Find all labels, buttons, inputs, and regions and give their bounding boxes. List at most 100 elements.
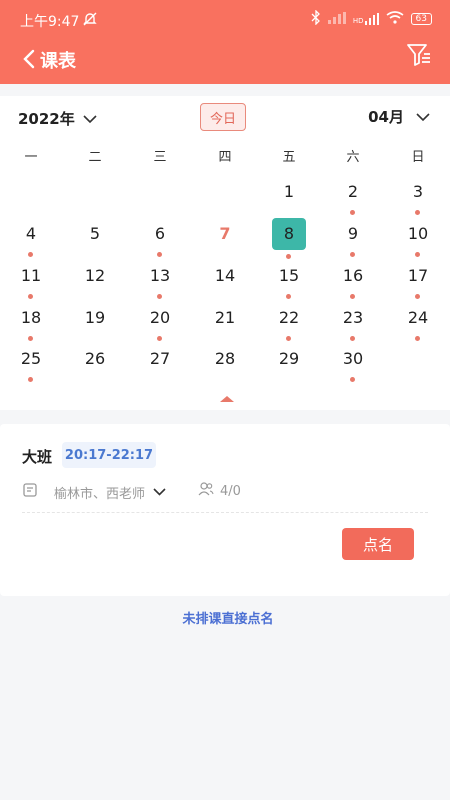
class-name: 大班	[22, 448, 53, 466]
lesson-time-badge: 20:17-22:17	[62, 442, 156, 468]
lesson-dot	[28, 294, 33, 299]
lesson-dot	[415, 210, 420, 215]
calendar-day[interactable]: 21	[205, 304, 245, 344]
calendar-day[interactable]: 16	[333, 262, 373, 302]
calendar-day[interactable]: 11	[11, 262, 51, 302]
day-number: 26	[84, 349, 106, 368]
calendar-day[interactable]: 7	[205, 220, 245, 260]
calendar-day[interactable]: 13	[140, 262, 180, 302]
day-number: 16	[342, 266, 364, 285]
lesson-dot	[28, 377, 33, 382]
day-number: 18	[20, 308, 42, 327]
day-number: 22	[278, 308, 300, 327]
calendar-day[interactable]: 15	[269, 262, 309, 302]
day-number: 7	[219, 224, 231, 243]
day-number: 21	[214, 308, 236, 327]
location-icon	[22, 482, 38, 502]
day-number: 3	[412, 182, 424, 201]
app-header: 上午9:47 HD 63 课表	[0, 0, 450, 84]
day-number: 4	[25, 224, 37, 243]
page-title: 课表	[40, 51, 76, 72]
calendar-day[interactable]: 2	[333, 178, 373, 218]
wifi-icon	[386, 11, 404, 27]
day-number: 20	[149, 308, 171, 327]
day-number: 17	[407, 266, 429, 285]
calendar-day[interactable]: 10	[398, 220, 438, 260]
day-number: 30	[342, 349, 364, 368]
day-number: 27	[149, 349, 171, 368]
calendar-day[interactable]: 23	[333, 304, 373, 344]
calendar-day[interactable]: 25	[11, 345, 51, 385]
filter-icon[interactable]	[406, 42, 434, 70]
calendar: 2022年 今日 04月 一二三四五六日 1 2 3 4 5 6 7 8 9 10 11 12 13 14…	[0, 96, 450, 410]
day-number: 23	[342, 308, 364, 327]
calendar-day[interactable]: 6	[140, 220, 180, 260]
lesson-dot	[286, 294, 291, 299]
day-number: 28	[214, 349, 236, 368]
calendar-day[interactable]: 20	[140, 304, 180, 344]
calendar-day[interactable]: 1	[269, 178, 309, 218]
day-number: 25	[20, 349, 42, 368]
calendar-day[interactable]: 27	[140, 345, 180, 385]
roll-call-button[interactable]: 点名	[342, 528, 414, 560]
calendar-day-selected[interactable]: 8	[269, 218, 309, 260]
battery-level: 63	[415, 14, 427, 24]
status-icons: HD 63	[311, 9, 432, 28]
calendar-day[interactable]: 12	[75, 262, 115, 302]
lesson-dot	[286, 336, 291, 341]
calendar-day[interactable]: 28	[205, 345, 245, 385]
day-number: 12	[84, 266, 106, 285]
lesson-dot	[415, 252, 420, 257]
collapse-arrow-icon[interactable]	[220, 396, 234, 402]
lesson-dot	[28, 252, 33, 257]
calendar-day[interactable]: 5	[75, 220, 115, 260]
calendar-day[interactable]: 22	[269, 304, 309, 344]
day-number: 1	[283, 182, 295, 201]
location-selector[interactable]: 榆林市、西老师	[22, 482, 166, 502]
calendar-day[interactable]: 9	[333, 220, 373, 260]
day-number: 6	[154, 224, 166, 243]
day-number: 14	[214, 266, 236, 285]
calendar-day[interactable]: 18	[11, 304, 51, 344]
calendar-day[interactable]: 24	[398, 304, 438, 344]
bluetooth-icon	[311, 9, 321, 28]
lesson-dot	[350, 377, 355, 382]
calendar-day[interactable]: 3	[398, 178, 438, 218]
calendar-day[interactable]: 26	[75, 345, 115, 385]
lesson-dot	[157, 294, 162, 299]
day-number: 19	[84, 308, 106, 327]
day-number: 24	[407, 308, 429, 327]
calendar-day[interactable]: 29	[269, 345, 309, 385]
lesson-dot	[157, 336, 162, 341]
day-number: 5	[89, 224, 101, 243]
divider	[22, 512, 428, 513]
lesson-dot	[415, 336, 420, 341]
lesson-dot	[286, 254, 291, 259]
chevron-down-icon	[153, 485, 166, 500]
location-text: 榆林市、西老师	[54, 486, 146, 502]
calendar-day[interactable]: 19	[75, 304, 115, 344]
calendar-day[interactable]: 4	[11, 220, 51, 260]
day-number: 2	[347, 182, 359, 201]
day-number: 11	[20, 266, 42, 285]
day-number: 15	[278, 266, 300, 285]
attendance: 4/0	[198, 482, 241, 500]
day-number: 9	[347, 224, 359, 243]
lesson-dot	[28, 336, 33, 341]
signal-hd-icon: HD	[353, 13, 379, 25]
lesson-dot	[350, 336, 355, 341]
lesson-card: 大班 20:17-22:17 榆林市、西老师 4/0 点名	[0, 424, 450, 596]
status-bar: 上午9:47 HD 63	[0, 0, 450, 38]
signal-icon	[327, 11, 346, 27]
lesson-dot	[350, 252, 355, 257]
day-number: 29	[278, 349, 300, 368]
day-number: 13	[149, 266, 171, 285]
bell-off-icon	[82, 11, 98, 31]
day-number: 10	[407, 224, 429, 243]
attendance-count: 4/0	[220, 483, 241, 499]
calendar-day[interactable]: 14	[205, 262, 245, 302]
day-grid: 1 2 3 4 5 6 7 8 9 10 11 12 13 14 15 16 17 18 19 20 21 22 23 24 2…	[0, 96, 450, 410]
calendar-day[interactable]: 17	[398, 262, 438, 302]
direct-roll-call-link[interactable]: 未排课直接点名	[0, 608, 450, 627]
calendar-day[interactable]: 30	[333, 345, 373, 385]
